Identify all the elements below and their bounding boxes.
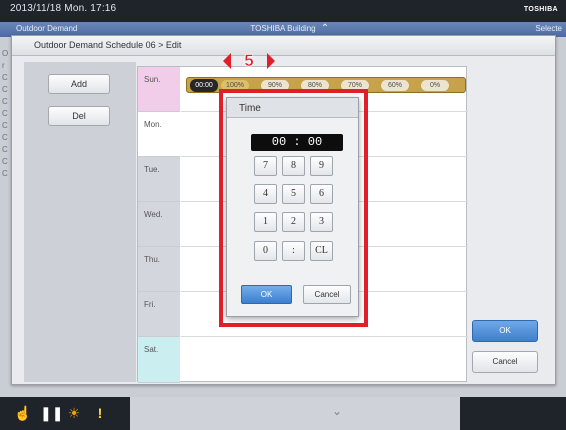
add-button[interactable]: Add xyxy=(48,74,110,94)
grid-line xyxy=(181,336,468,337)
day-label: Wed. xyxy=(144,210,163,219)
day-tue[interactable]: Tue. xyxy=(138,157,180,202)
bottom-panel xyxy=(130,397,460,430)
day-label: Sat. xyxy=(144,345,159,354)
left-strip-char: C xyxy=(2,85,8,94)
step-callout: 5 xyxy=(244,51,254,71)
left-strip-char: r xyxy=(2,61,5,70)
left-button-column: Add Del xyxy=(24,62,136,382)
day-thu[interactable]: Thu. xyxy=(138,247,180,292)
day-wed[interactable]: Wed. xyxy=(138,202,180,247)
ok-button[interactable]: OK xyxy=(472,320,538,342)
day-sun[interactable]: Sun. xyxy=(138,67,180,112)
day-label: Mon. xyxy=(144,120,162,129)
pct-option[interactable]: 0% xyxy=(421,80,449,91)
pct-option[interactable]: 60% xyxy=(381,80,409,91)
day-label: Tue. xyxy=(144,165,160,174)
left-strip-char: C xyxy=(2,73,8,82)
cancel-button[interactable]: Cancel xyxy=(472,351,538,373)
left-strip-char: C xyxy=(2,145,8,154)
day-label: Sun. xyxy=(144,75,161,84)
left-strip-char: C xyxy=(2,121,8,130)
left-strip-char: C xyxy=(2,109,8,118)
left-strip-char: O xyxy=(2,49,9,58)
callout-arrow-left xyxy=(223,53,231,69)
left-strip-char: C xyxy=(2,97,8,106)
sun-icon[interactable]: ☀ xyxy=(66,405,82,421)
day-sat[interactable]: Sat. xyxy=(138,337,180,383)
alert-icon[interactable]: ! xyxy=(92,405,108,421)
brand-logo: TOSHIBA xyxy=(523,6,558,13)
chevron-up-icon[interactable]: ⌃ xyxy=(318,23,332,34)
del-button[interactable]: Del xyxy=(48,106,110,126)
hand-icon[interactable]: ☝ xyxy=(14,405,31,421)
left-strip-char: C xyxy=(2,133,8,142)
top-status-bar: 2013/11/18 Mon. 17:16 TOSHIBA xyxy=(0,0,566,22)
left-strip-char: C xyxy=(2,169,8,178)
callout-arrow-right xyxy=(267,53,275,69)
dialog-title: Outdoor Demand Schedule 06 > Edit xyxy=(12,36,555,56)
day-fri[interactable]: Fri. xyxy=(138,292,180,337)
pause-icon[interactable]: ❚❚ xyxy=(40,405,63,421)
left-strip: OrCCCCCCCCC xyxy=(0,48,10,198)
day-label: Thu. xyxy=(144,255,161,264)
day-mon[interactable]: Mon. xyxy=(138,112,180,157)
selected-label[interactable]: Selecte xyxy=(535,24,562,33)
datetime: 2013/11/18 Mon. 17:16 xyxy=(10,3,117,14)
day-label: Fri. xyxy=(144,300,156,309)
entry-time[interactable]: 00:00 xyxy=(190,79,218,92)
chevron-down-icon[interactable]: ⌄ xyxy=(330,404,344,418)
screen: { "topbar": {"datetime": "2013/11/18 Mon… xyxy=(0,0,566,430)
highlight-frame xyxy=(219,89,368,327)
building-name: TOSHIBA Building xyxy=(250,24,316,33)
left-strip-char: C xyxy=(2,157,8,166)
